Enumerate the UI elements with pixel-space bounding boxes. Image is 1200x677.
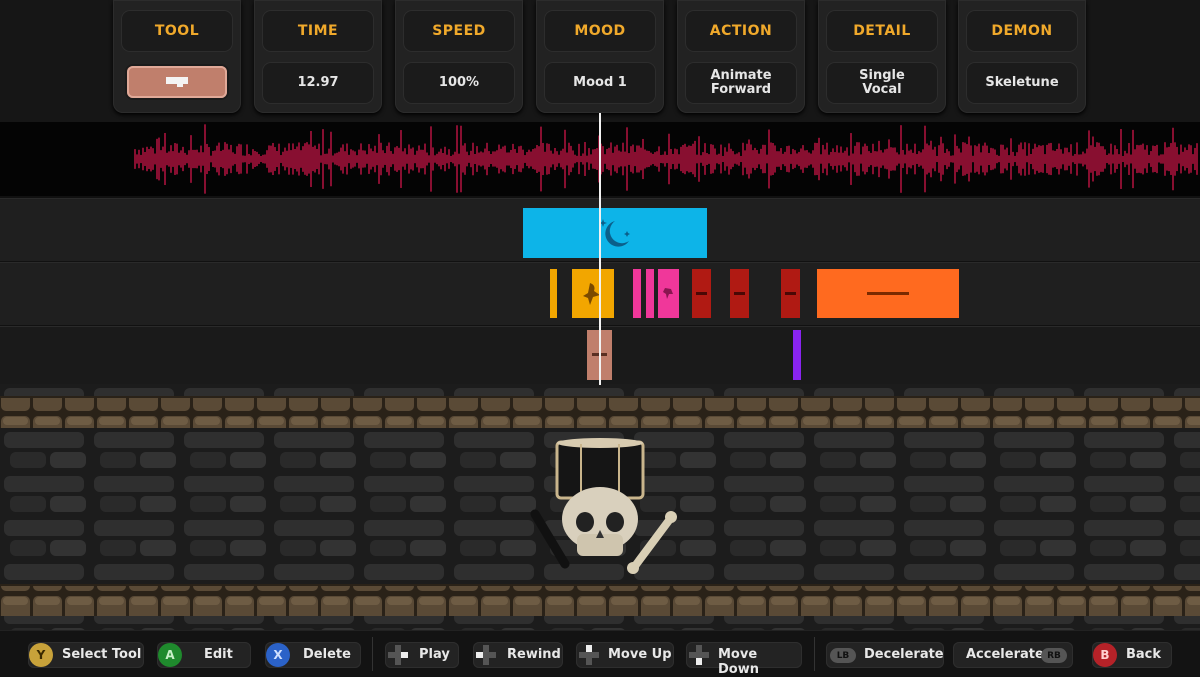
action-clip[interactable]: [730, 269, 749, 318]
edit-button[interactable]: A Edit: [157, 642, 251, 668]
action-clip[interactable]: [658, 269, 679, 318]
detail-clip[interactable]: [793, 330, 801, 380]
detail-value[interactable]: Single Vocal: [826, 62, 938, 104]
action-clip[interactable]: [572, 269, 614, 318]
action-clip[interactable]: [817, 269, 959, 318]
rewind-button[interactable]: Rewind: [473, 642, 563, 668]
mood-label: MOOD: [544, 10, 656, 52]
action-label: ACTION: [685, 10, 797, 52]
select-tool-label: Select Tool: [62, 647, 142, 662]
figure-icon: [663, 288, 673, 299]
controls-footer: Y Select Tool A Edit X Delete Play Rewin…: [0, 630, 1200, 677]
dpad-left-icon: [476, 645, 496, 665]
speed-card[interactable]: SPEED 100%: [395, 0, 523, 113]
move-down-button[interactable]: Move Down: [686, 642, 802, 677]
tool-label: TOOL: [121, 10, 233, 52]
decelerate-label: Decelerate: [864, 647, 944, 662]
move-down-label: Move Down: [718, 647, 759, 677]
detail-label: DETAIL: [826, 10, 938, 52]
dungeon-stage: [0, 384, 1200, 630]
skull-drum-icon: [530, 438, 677, 574]
select-tool-button[interactable]: Y Select Tool: [28, 642, 144, 668]
tool-value-button[interactable]: [127, 66, 227, 98]
action-clip[interactable]: [550, 269, 557, 318]
dpad-down-icon: [689, 645, 709, 665]
demon-card[interactable]: DEMON Skeletune: [958, 0, 1086, 113]
action-clip[interactable]: [633, 269, 641, 318]
dpad-right-icon: [388, 645, 408, 665]
rb-button-icon: RB: [1041, 648, 1067, 663]
playhead-line[interactable]: [599, 113, 601, 385]
x-button-icon: X: [266, 643, 290, 667]
edit-label: Edit: [204, 647, 233, 662]
mood-clip[interactable]: [523, 208, 707, 258]
tool-card[interactable]: TOOL: [113, 0, 241, 113]
action-clip[interactable]: [692, 269, 711, 318]
speed-label: SPEED: [403, 10, 515, 52]
y-button-icon: Y: [29, 643, 53, 667]
move-up-label: Move Up: [608, 647, 672, 662]
action-clip[interactable]: [646, 269, 654, 318]
header-panel: TOOL TIME 12.97 SPEED 100% MOOD Mood 1 A…: [0, 0, 1200, 122]
speech-bubble-icon: [166, 77, 188, 87]
sword-icon: [696, 292, 707, 295]
delete-button[interactable]: X Delete: [265, 642, 361, 668]
time-card[interactable]: TIME 12.97: [254, 0, 382, 113]
b-button-icon: B: [1093, 643, 1117, 667]
speed-value[interactable]: 100%: [403, 62, 515, 104]
play-label: Play: [419, 647, 450, 662]
action-clip[interactable]: [781, 269, 800, 318]
demon-value[interactable]: Skeletune: [966, 62, 1078, 104]
decelerate-button[interactable]: LB Decelerate: [826, 642, 944, 668]
mood-card[interactable]: MOOD Mood 1: [536, 0, 664, 113]
moon-stars-icon: [599, 219, 630, 247]
accelerate-label: Accelerate: [966, 647, 1044, 662]
footer-divider: [814, 637, 815, 671]
time-label: TIME: [262, 10, 374, 52]
mood-value[interactable]: Mood 1: [544, 62, 656, 104]
action-card[interactable]: ACTION Animate Forward: [677, 0, 805, 113]
detail-card[interactable]: DETAIL Single Vocal: [818, 0, 946, 113]
sword-icon: [785, 292, 796, 295]
long-action-icon: [867, 292, 909, 295]
rewind-label: Rewind: [507, 647, 561, 662]
accelerate-button[interactable]: Accelerate RB: [953, 642, 1073, 668]
back-button[interactable]: B Back: [1092, 642, 1172, 668]
footer-divider: [372, 637, 373, 671]
demon-label: DEMON: [966, 10, 1078, 52]
time-value[interactable]: 12.97: [262, 62, 374, 104]
dpad-up-icon: [579, 645, 599, 665]
move-up-button[interactable]: Move Up: [576, 642, 674, 668]
dancer-icon: [583, 283, 600, 305]
sword-icon: [734, 292, 745, 295]
action-value[interactable]: Animate Forward: [685, 62, 797, 104]
lb-button-icon: LB: [830, 648, 856, 663]
delete-label: Delete: [303, 647, 351, 662]
back-label: Back: [1126, 647, 1162, 662]
a-button-icon: A: [158, 643, 182, 667]
play-button[interactable]: Play: [385, 642, 459, 668]
